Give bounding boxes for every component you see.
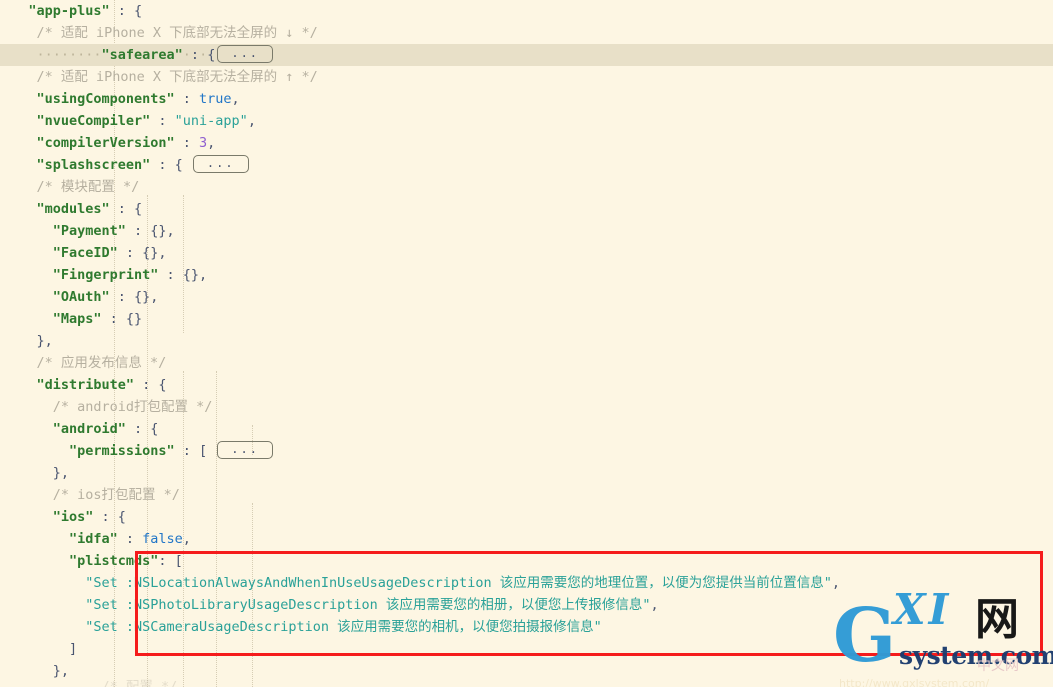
code-line[interactable]: "app-plus" : { bbox=[0, 0, 1053, 22]
code-line[interactable]: "splashscreen" : { ... bbox=[0, 154, 1053, 176]
code-line[interactable]: /* android打包配置 */ bbox=[0, 396, 1053, 418]
token-key: "Payment" bbox=[52, 223, 126, 239]
token-str: "uni-app" bbox=[174, 113, 248, 129]
token-key: "compilerVersion" bbox=[36, 135, 175, 151]
token-bool: true bbox=[199, 91, 232, 107]
code-line[interactable]: "modules" : { bbox=[0, 198, 1053, 220]
clipped-line-text: /* 配置 */ bbox=[4, 679, 178, 687]
token-key: "Maps" bbox=[52, 311, 102, 327]
token-punct: }, bbox=[36, 333, 53, 349]
code-line[interactable]: }, bbox=[0, 462, 1053, 484]
code-line[interactable]: "plistcmds": [ bbox=[0, 550, 1053, 572]
code-line[interactable]: /* ios打包配置 */ bbox=[0, 484, 1053, 506]
token-cmt: /* 适配 iPhone X 下底部无法全屏的 ↑ */ bbox=[36, 69, 318, 85]
token-punct: { bbox=[207, 47, 216, 63]
code-line[interactable]: "permissions" : [ ... bbox=[0, 440, 1053, 462]
token-punct: : {}, bbox=[117, 245, 167, 261]
code-line[interactable]: /* 模块配置 */ bbox=[0, 176, 1053, 198]
token-punct: : { bbox=[109, 3, 143, 19]
token-punct: : [ bbox=[158, 553, 183, 569]
token-key: "idfa" bbox=[68, 531, 118, 547]
token-key: "nvueCompiler" bbox=[36, 113, 151, 129]
token-cmt: /* 应用发布信息 */ bbox=[36, 355, 167, 371]
token-bool: false bbox=[142, 531, 183, 547]
token-punct: , bbox=[182, 531, 191, 547]
token-key: "usingComponents" bbox=[36, 91, 175, 107]
token-cmt: /* 适配 iPhone X 下底部无法全屏的 ↓ */ bbox=[36, 25, 318, 41]
code-line[interactable]: /* 适配 iPhone X 下底部无法全屏的 ↓ */ bbox=[0, 22, 1053, 44]
token-punct: }, bbox=[52, 465, 69, 481]
collapsed-fold-marker[interactable]: ... bbox=[217, 45, 274, 63]
code-line[interactable]: "Fingerprint" : {}, bbox=[0, 264, 1053, 286]
token-punct: : bbox=[174, 91, 200, 107]
code-line-container[interactable]: "app-plus" : { /* 适配 iPhone X 下底部无法全屏的 ↓ … bbox=[0, 0, 1053, 682]
code-line[interactable]: /* 应用发布信息 */ bbox=[0, 352, 1053, 374]
token-punct: : { bbox=[134, 377, 167, 393]
code-line[interactable]: "Payment" : {}, bbox=[0, 220, 1053, 242]
token-ws: ········ bbox=[36, 47, 102, 63]
code-line[interactable]: ········"safearea"·:·{... bbox=[0, 44, 1053, 66]
token-punct: : {}, bbox=[158, 267, 208, 283]
code-line[interactable]: "distribute" : { bbox=[0, 374, 1053, 396]
token-punct: , bbox=[650, 597, 659, 613]
token-punct: : { bbox=[125, 421, 159, 437]
code-line[interactable]: "FaceID" : {}, bbox=[0, 242, 1053, 264]
token-punct: : {} bbox=[101, 311, 143, 327]
code-line[interactable]: "Maps" : {} bbox=[0, 308, 1053, 330]
token-punct: : bbox=[174, 135, 200, 151]
code-line[interactable]: "compilerVersion" : 3, bbox=[0, 132, 1053, 154]
token-ws: · bbox=[182, 47, 191, 63]
code-line[interactable]: /* 适配 iPhone X 下底部无法全屏的 ↑ */ bbox=[0, 66, 1053, 88]
token-cmt: /* android打包配置 */ bbox=[52, 399, 213, 415]
token-punct: ] bbox=[68, 641, 78, 657]
token-punct: : {}, bbox=[125, 223, 175, 239]
token-punct: : bbox=[150, 113, 175, 129]
token-punct: , bbox=[207, 135, 216, 151]
token-key: "ios" bbox=[52, 509, 94, 525]
token-punct: : bbox=[190, 47, 200, 63]
token-str: "Set :NSPhotoLibraryUsageDescription 该应用… bbox=[85, 597, 651, 613]
collapsed-fold-marker[interactable]: ... bbox=[217, 441, 273, 459]
token-key: "Fingerprint" bbox=[52, 267, 159, 283]
code-line[interactable]: "OAuth" : {}, bbox=[0, 286, 1053, 308]
code-line[interactable]: ] bbox=[0, 638, 1053, 660]
token-key: "distribute" bbox=[36, 377, 135, 393]
collapsed-fold-marker[interactable]: ... bbox=[192, 155, 249, 173]
code-line[interactable]: "nvueCompiler" : "uni-app", bbox=[0, 110, 1053, 132]
token-punct: , bbox=[247, 113, 256, 129]
token-cmt: /* ios打包配置 */ bbox=[52, 487, 180, 503]
token-key: "modules" bbox=[36, 201, 110, 217]
code-editor[interactable]: "app-plus" : { /* 适配 iPhone X 下底部无法全屏的 ↓ … bbox=[0, 0, 1053, 687]
token-key: "android" bbox=[52, 421, 126, 437]
code-line[interactable]: "usingComponents" : true, bbox=[0, 88, 1053, 110]
token-punct: : {}, bbox=[109, 289, 159, 305]
token-str: "Set :NSLocationAlwaysAndWhenInUseUsageD… bbox=[85, 575, 832, 591]
token-str: "Set :NSCameraUsageDescription 该应用需要您的相机… bbox=[85, 619, 602, 635]
token-key: "splashscreen" bbox=[36, 157, 151, 173]
clipped-bottom-line: /* 配置 */ bbox=[0, 676, 178, 687]
code-line[interactable]: "Set :NSCameraUsageDescription 该应用需要您的相机… bbox=[0, 616, 1053, 638]
code-line[interactable]: "Set :NSPhotoLibraryUsageDescription 该应用… bbox=[0, 594, 1053, 616]
token-punct: : [ bbox=[174, 443, 216, 459]
token-ws: · bbox=[199, 47, 208, 63]
token-cmt: /* 模块配置 */ bbox=[36, 179, 140, 195]
token-punct: : { bbox=[150, 157, 191, 173]
token-punct: , bbox=[231, 91, 240, 107]
token-num: 3 bbox=[199, 135, 208, 151]
token-key: "OAuth" bbox=[52, 289, 110, 305]
code-line[interactable]: "Set :NSLocationAlwaysAndWhenInUseUsageD… bbox=[0, 572, 1053, 594]
token-punct: : { bbox=[93, 509, 126, 525]
token-punct: : bbox=[117, 531, 143, 547]
token-key: "plistcmds" bbox=[68, 553, 159, 569]
token-key: "app-plus" bbox=[28, 3, 110, 19]
token-key: "safearea" bbox=[101, 47, 183, 63]
token-key: "FaceID" bbox=[52, 245, 118, 261]
code-line[interactable]: "ios" : { bbox=[0, 506, 1053, 528]
code-line[interactable]: }, bbox=[0, 330, 1053, 352]
token-punct: : { bbox=[109, 201, 143, 217]
token-punct: , bbox=[831, 575, 840, 591]
token-key: "permissions" bbox=[68, 443, 175, 459]
code-line[interactable]: "android" : { bbox=[0, 418, 1053, 440]
code-line[interactable]: "idfa" : false, bbox=[0, 528, 1053, 550]
